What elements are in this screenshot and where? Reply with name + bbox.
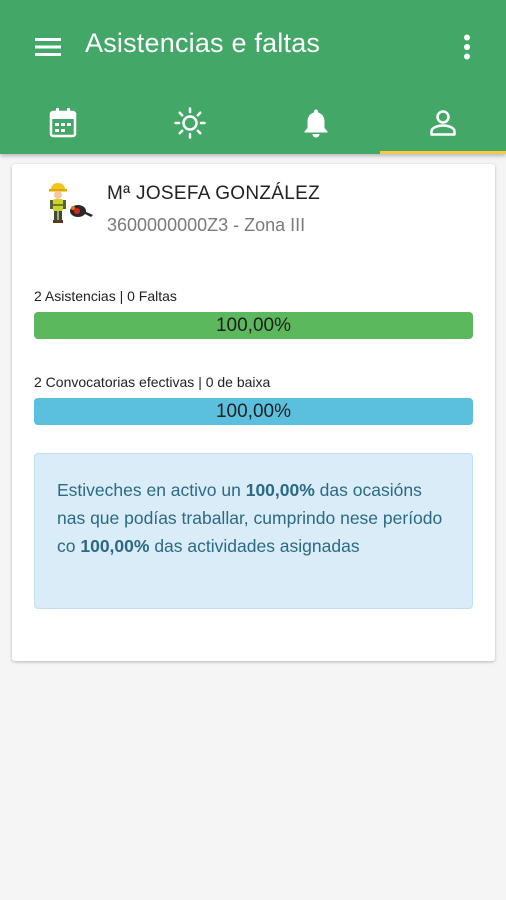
overflow-menu-button[interactable]	[452, 30, 482, 64]
tab-calendar[interactable]	[0, 92, 127, 154]
toolbar: Asistencias e faltas	[0, 0, 506, 92]
avatar	[49, 183, 93, 223]
person-icon	[430, 110, 456, 136]
summary-text-3: das actividades asignadas	[149, 536, 360, 556]
tab-sun[interactable]	[127, 92, 254, 154]
summary-text-1: Estiveches en activo un	[57, 480, 246, 500]
calendar-icon	[50, 108, 77, 138]
profile-card: Mª JOSEFA GONZÁLEZ 3600000000Z3 - Zona I…	[12, 164, 495, 661]
app-bar: Asistencias e faltas	[0, 0, 506, 154]
attendance-progress-bar: 100,00%	[34, 312, 473, 339]
tab-profile[interactable]	[379, 92, 506, 154]
menu-icon	[35, 38, 61, 56]
convocations-label: 2 Convocatorias efectivas | 0 de baixa	[34, 374, 271, 390]
profile-name: Mª JOSEFA GONZÁLEZ	[107, 183, 321, 204]
attendance-percent: 100,00%	[215, 314, 291, 336]
active-tab-indicator	[379, 151, 506, 154]
more-vert-icon	[464, 34, 470, 60]
summary-info-box: Estiveches en activo un 100,00% das ocas…	[34, 453, 473, 609]
sun-icon	[174, 107, 206, 139]
page-title: Asistencias e faltas	[85, 28, 321, 58]
convocations-progress-bar: 100,00%	[34, 398, 473, 425]
menu-button[interactable]	[30, 30, 66, 64]
summary-value-2: 100,00%	[80, 536, 150, 556]
convocations-percent: 100,00%	[215, 400, 291, 422]
tab-notifications[interactable]	[253, 92, 380, 154]
bell-icon	[304, 109, 328, 138]
attendance-label: 2 Asistencias | 0 Faltas	[34, 288, 177, 304]
profile-id-zone: 3600000000Z3 - Zona III	[107, 215, 306, 235]
tab-bar	[0, 92, 506, 154]
summary-value-1: 100,00%	[245, 480, 315, 500]
